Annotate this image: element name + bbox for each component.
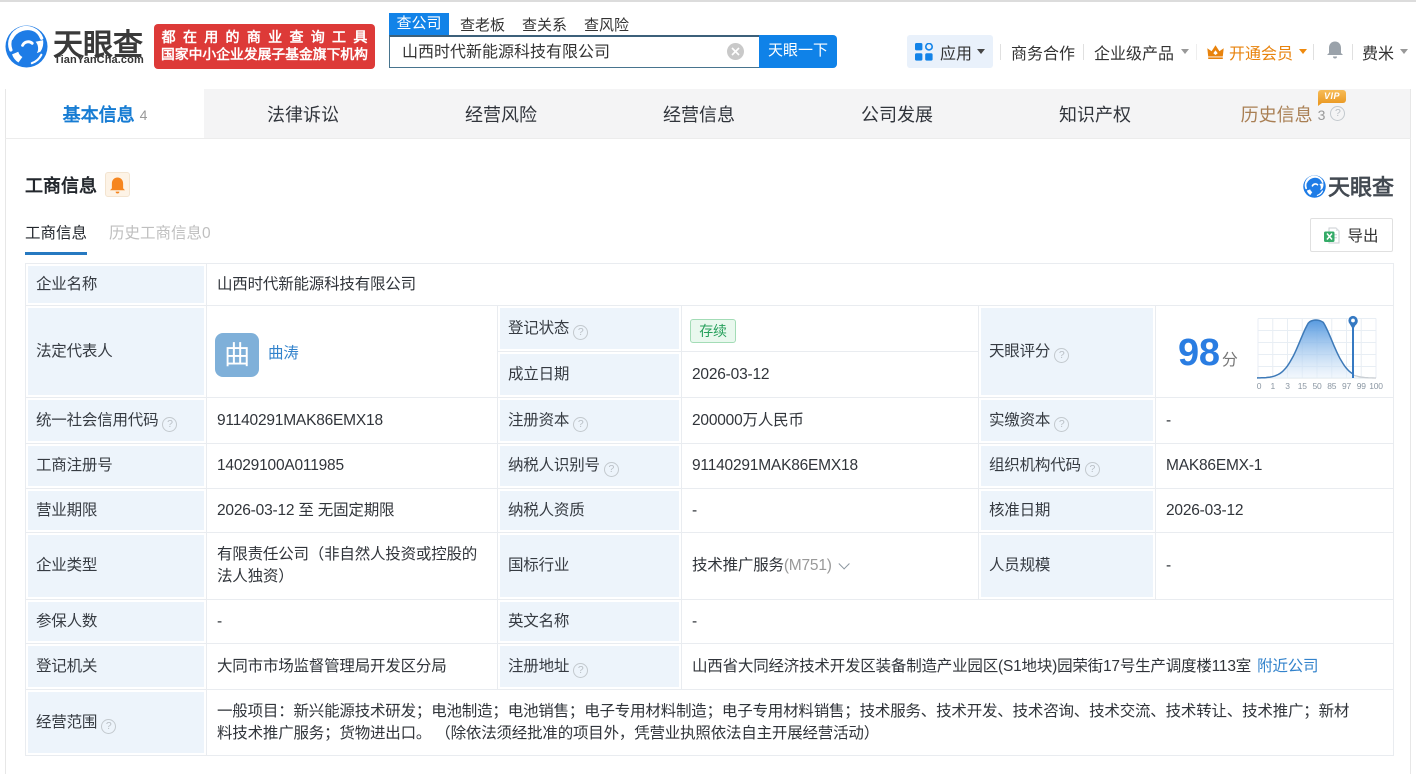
svg-text:100: 100 [1369,381,1383,391]
svg-text:97: 97 [1342,381,1352,391]
svg-text:0: 0 [1257,381,1262,391]
svg-text:1: 1 [1270,381,1275,391]
svg-text:3: 3 [1285,381,1290,391]
svg-text:50: 50 [1312,381,1322,391]
svg-text:85: 85 [1327,381,1337,391]
svg-text:15: 15 [1298,381,1308,391]
svg-text:99: 99 [1357,381,1367,391]
